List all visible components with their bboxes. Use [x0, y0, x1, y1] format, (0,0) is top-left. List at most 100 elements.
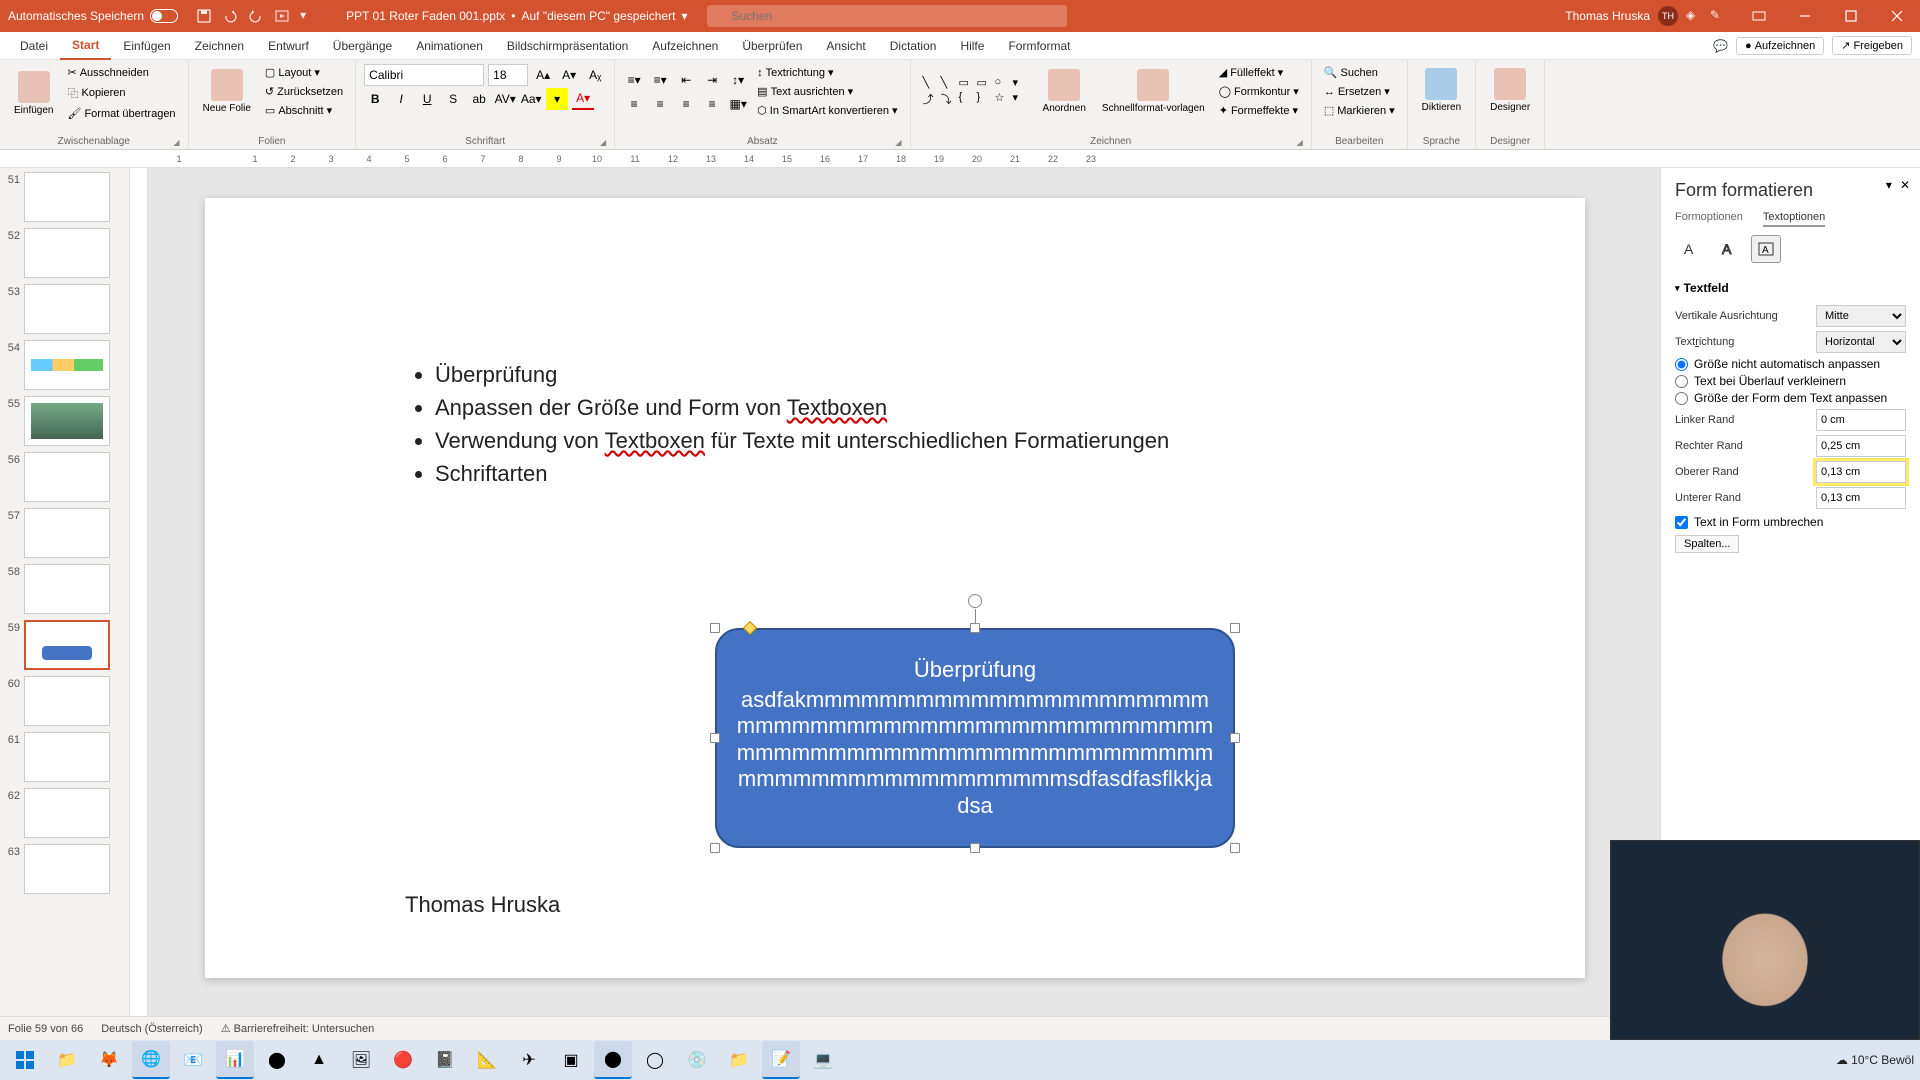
app-icon[interactable]: 🔴: [384, 1041, 422, 1079]
underline-button[interactable]: U: [416, 88, 438, 110]
autofit-resize-radio[interactable]: [1675, 392, 1688, 405]
designer-button[interactable]: Designer: [1484, 64, 1536, 117]
word-icon[interactable]: 📝: [762, 1041, 800, 1079]
text-direction-button[interactable]: ↕ Textrichtung ▾: [753, 64, 901, 81]
top-margin-input[interactable]: [1816, 461, 1906, 483]
thumbnail[interactable]: [24, 676, 110, 726]
resize-handle[interactable]: [710, 843, 720, 853]
slide[interactable]: Überprüfung Anpassen der Größe und Form …: [205, 198, 1585, 978]
thumbnail-row[interactable]: 55: [4, 396, 129, 446]
tab-datei[interactable]: Datei: [8, 32, 60, 60]
text-fill-icon[interactable]: A: [1675, 235, 1705, 263]
search-box[interactable]: [707, 5, 1067, 27]
list-item[interactable]: Überprüfung: [435, 358, 1485, 391]
powerpoint-icon[interactable]: 📊: [216, 1041, 254, 1079]
close-icon[interactable]: ✕: [1900, 178, 1910, 192]
clear-format-button[interactable]: Aᵪ: [584, 64, 606, 86]
share-button[interactable]: ↗ Freigeben: [1832, 36, 1912, 55]
thumbnail-row[interactable]: 59: [4, 620, 129, 670]
thumbnail[interactable]: [24, 620, 110, 670]
arrange-button[interactable]: Anordnen: [1037, 65, 1092, 118]
thumbnail-row[interactable]: 53: [4, 284, 129, 334]
italic-button[interactable]: I: [390, 88, 412, 110]
vertical-ruler[interactable]: [130, 168, 148, 1016]
bullets-button[interactable]: ≡▾: [623, 69, 645, 91]
shape-title[interactable]: Überprüfung: [914, 657, 1036, 683]
format-painter-button[interactable]: 🖌 Format übertragen: [63, 105, 179, 122]
visio-icon[interactable]: 📐: [468, 1041, 506, 1079]
app-icon[interactable]: ◯: [636, 1041, 674, 1079]
chrome-icon[interactable]: 🌐: [132, 1041, 170, 1079]
search-input[interactable]: [707, 5, 1067, 27]
thumbnail-row[interactable]: 58: [4, 564, 129, 614]
undo-icon[interactable]: [222, 8, 238, 24]
right-margin-input[interactable]: [1816, 435, 1906, 457]
app-icon[interactable]: ▣: [552, 1041, 590, 1079]
pane-options-icon[interactable]: ▾: [1886, 178, 1892, 192]
selected-shape[interactable]: Überprüfung asdfakmmmmmmmmmmmmmmmmmmmmmm…: [715, 628, 1235, 848]
comments-icon[interactable]: 💬: [1713, 39, 1728, 53]
app-icon[interactable]: 💿: [678, 1041, 716, 1079]
replace-button[interactable]: ↔ Ersetzen ▾: [1320, 83, 1399, 100]
find-button[interactable]: 🔍 Suchen: [1320, 64, 1399, 81]
tab-start[interactable]: Start: [60, 32, 111, 60]
autosave-toggle[interactable]: [150, 9, 178, 23]
user-avatar[interactable]: TH: [1658, 6, 1678, 26]
spacing-button[interactable]: AV▾: [494, 88, 516, 110]
bottom-margin-input[interactable]: [1816, 487, 1906, 509]
explorer-icon[interactable]: 📁: [48, 1041, 86, 1079]
thumbnail[interactable]: [24, 172, 110, 222]
slide-counter[interactable]: Folie 59 von 66: [8, 1023, 83, 1035]
resize-handle[interactable]: [1230, 733, 1240, 743]
thumbnail[interactable]: [24, 396, 110, 446]
case-button[interactable]: Aa▾: [520, 88, 542, 110]
highlight-button[interactable]: ▾: [546, 88, 568, 110]
thumbnail-row[interactable]: 51: [4, 172, 129, 222]
thumbnail[interactable]: [24, 732, 110, 782]
tab-dictation[interactable]: Dictation: [878, 32, 949, 60]
left-margin-input[interactable]: [1816, 409, 1906, 431]
minimize-button[interactable]: [1782, 0, 1828, 32]
shape-body[interactable]: asdfakmmmmmmmmmmmmmmmmmmmmmmmmmmmmmmmmmm…: [735, 687, 1215, 819]
shape-line-icon[interactable]: ╲: [923, 76, 939, 89]
columns-button[interactable]: Spalten...: [1675, 535, 1739, 553]
shapes-gallery[interactable]: ╲╲▭▭○▾ ⤴⤵{}☆▾: [919, 72, 1033, 111]
thumbnail-row[interactable]: 57: [4, 508, 129, 558]
paste-button[interactable]: Einfügen: [8, 67, 59, 120]
shape-outline-button[interactable]: ◯ Formkontur ▾: [1215, 83, 1303, 100]
align-text-button[interactable]: ▤ Text ausrichten ▾: [753, 83, 901, 100]
qat-more-icon[interactable]: ▾: [300, 8, 316, 24]
align-left-button[interactable]: ≡: [623, 93, 645, 115]
thumbnail-row[interactable]: 54: [4, 340, 129, 390]
user-area[interactable]: Thomas Hruska TH ◈ ✎: [1555, 6, 1736, 26]
copy-button[interactable]: ⿻ Kopieren: [63, 83, 179, 103]
slide-footer[interactable]: Thomas Hruska: [405, 892, 560, 918]
align-right-button[interactable]: ≡: [675, 93, 697, 115]
chevron-down-icon[interactable]: ▾: [681, 9, 687, 23]
tab-einfuegen[interactable]: Einfügen: [111, 32, 182, 60]
section-button[interactable]: ▭ Abschnitt ▾: [261, 102, 347, 119]
shape-line-icon[interactable]: ╲: [941, 76, 957, 89]
grow-font-button[interactable]: A▴: [532, 64, 554, 86]
rounded-rect-shape[interactable]: Überprüfung asdfakmmmmmmmmmmmmmmmmmmmmmm…: [715, 628, 1235, 848]
thumbnail[interactable]: [24, 508, 110, 558]
strike-button[interactable]: S: [442, 88, 464, 110]
tab-bildschirm[interactable]: Bildschirmpräsentation: [495, 32, 640, 60]
bold-button[interactable]: B: [364, 88, 386, 110]
cut-button[interactable]: ✂ Ausschneiden: [63, 64, 179, 81]
layout-button[interactable]: ▢ Layout ▾: [261, 64, 347, 81]
expand-icon[interactable]: ◢: [600, 138, 606, 147]
numbering-button[interactable]: ≡▾: [649, 69, 671, 91]
shape-fill-button[interactable]: ◢ Fülleffekt ▾: [1215, 64, 1303, 81]
thumbnail-row[interactable]: 61: [4, 732, 129, 782]
app-icon[interactable]: ▲: [300, 1041, 338, 1079]
justify-button[interactable]: ≡: [701, 93, 723, 115]
shape-effects-button[interactable]: ✦ Formeffekte ▾: [1215, 102, 1303, 119]
thumbnail-row[interactable]: 56: [4, 452, 129, 502]
accessibility-status[interactable]: ⚠ Barrierefreiheit: Untersuchen: [221, 1022, 375, 1035]
font-size-input[interactable]: [488, 64, 528, 86]
pen-icon[interactable]: ✎: [1710, 8, 1726, 24]
font-color-button[interactable]: A▾: [572, 88, 594, 110]
autofit-shrink-radio[interactable]: [1675, 375, 1688, 388]
list-item[interactable]: Anpassen der Größe und Form von Textboxe…: [435, 391, 1485, 424]
